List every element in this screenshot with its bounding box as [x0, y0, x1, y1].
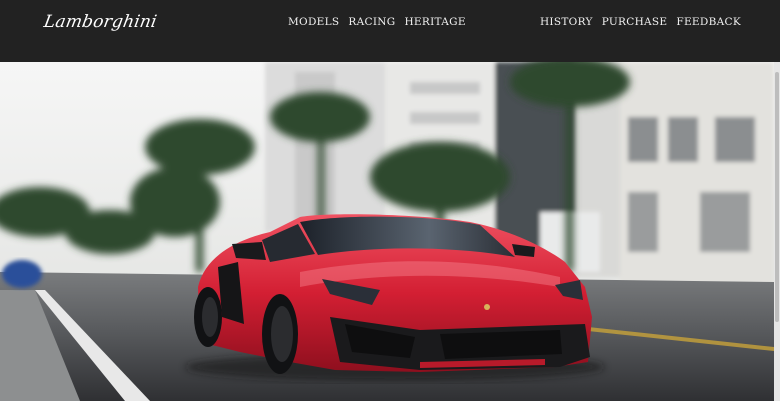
nav-link-history[interactable]: HISTORY: [540, 16, 593, 28]
scrollbar-thumb[interactable]: [775, 72, 779, 322]
brand-logo[interactable]: Lamborghini: [42, 12, 158, 32]
primary-nav: MODELS RACING HERITAGE: [288, 16, 466, 28]
nav-link-feedback[interactable]: FEEDBACK: [676, 16, 741, 28]
hero-image: [0, 62, 774, 401]
nav-link-purchase[interactable]: PURCHASE: [602, 16, 668, 28]
nav-link-heritage[interactable]: HERITAGE: [404, 16, 465, 28]
top-navbar: Lamborghini MODELS RACING HERITAGE HISTO…: [0, 0, 780, 62]
nav-link-models[interactable]: MODELS: [288, 16, 339, 28]
page-scrollbar[interactable]: [774, 62, 780, 401]
secondary-nav: HISTORY PURCHASE FEEDBACK: [540, 16, 741, 28]
hero-car-scene: [0, 62, 774, 401]
nav-link-racing[interactable]: RACING: [348, 16, 395, 28]
